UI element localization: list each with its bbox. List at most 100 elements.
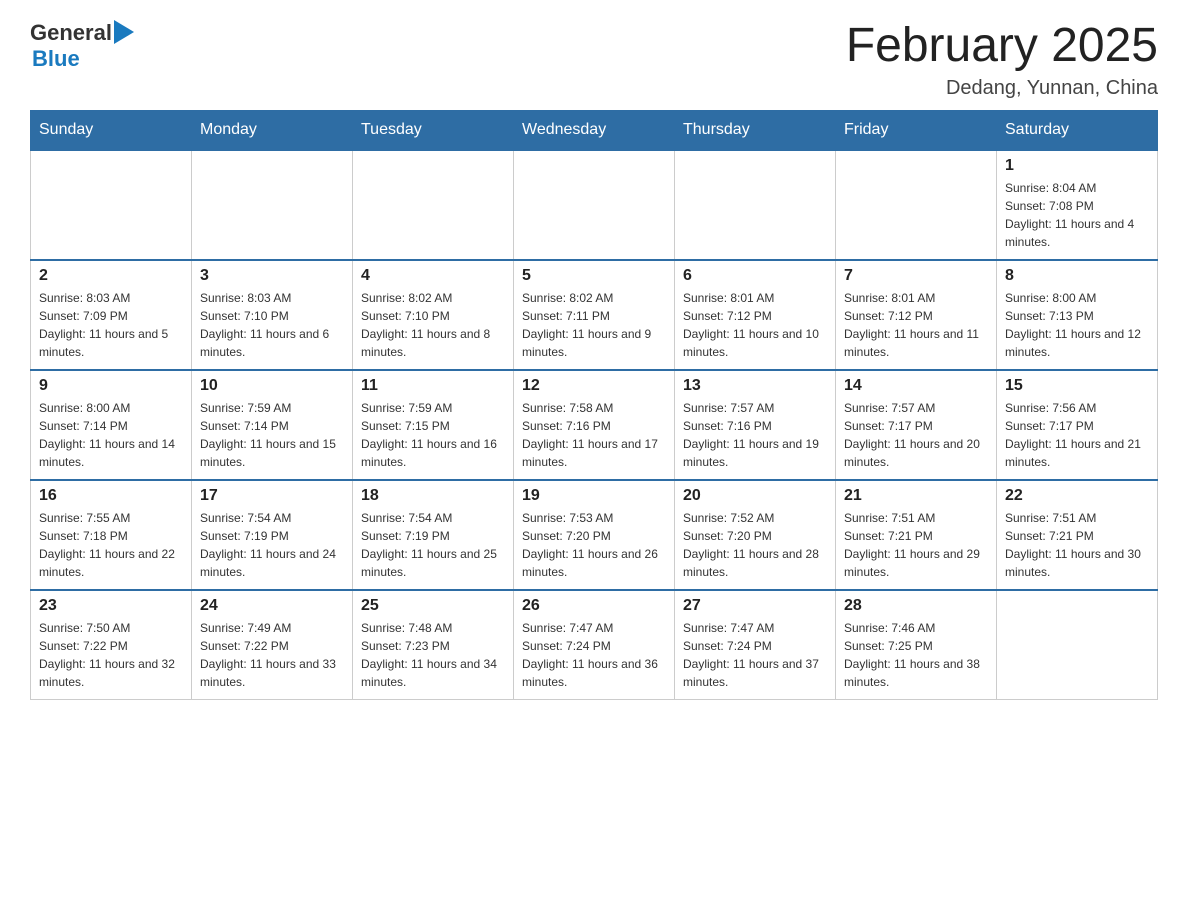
day-info: Sunrise: 7:49 AMSunset: 7:22 PMDaylight:…: [200, 619, 344, 691]
day-info: Sunrise: 7:54 AMSunset: 7:19 PMDaylight:…: [200, 509, 344, 581]
day-number: 7: [844, 267, 988, 285]
day-number: 21: [844, 487, 988, 505]
calendar-week-row: 2 Sunrise: 8:03 AMSunset: 7:09 PMDaylight…: [31, 260, 1158, 370]
day-number: 5: [522, 267, 666, 285]
calendar-cell: 1 Sunrise: 8:04 AMSunset: 7:08 PMDaylight…: [997, 150, 1158, 260]
calendar-cell: 9 Sunrise: 8:00 AMSunset: 7:14 PMDaylight…: [31, 370, 192, 480]
weekday-header-saturday: Saturday: [997, 110, 1158, 150]
day-number: 3: [200, 267, 344, 285]
weekday-header-thursday: Thursday: [675, 110, 836, 150]
weekday-header-wednesday: Wednesday: [514, 110, 675, 150]
calendar-cell: 26Sunrise: 7:47 AMSunset: 7:24 PMDayligh…: [514, 590, 675, 700]
day-info: Sunrise: 7:51 AMSunset: 7:21 PMDaylight:…: [844, 509, 988, 581]
day-number: 9: [39, 377, 183, 395]
calendar-table: SundayMondayTuesdayWednesdayThursdayFrid…: [30, 110, 1158, 701]
calendar-cell: 17 Sunrise: 7:54 AMSunset: 7:19 PMDayligh…: [192, 480, 353, 590]
day-info: Sunrise: 7:50 AMSunset: 7:22 PMDaylight:…: [39, 619, 183, 691]
calendar-cell: 19Sunrise: 7:53 AMSunset: 7:20 PMDayligh…: [514, 480, 675, 590]
calendar-cell: [192, 150, 353, 260]
logo-general-text: General: [30, 20, 112, 46]
day-number: 12: [522, 377, 666, 395]
day-info: Sunrise: 7:54 AMSunset: 7:19 PMDaylight:…: [361, 509, 505, 581]
day-number: 13: [683, 377, 827, 395]
calendar-week-row: 1 Sunrise: 8:04 AMSunset: 7:08 PMDaylight…: [31, 150, 1158, 260]
calendar-cell: 2 Sunrise: 8:03 AMSunset: 7:09 PMDaylight…: [31, 260, 192, 370]
logo-blue-text: Blue: [32, 46, 80, 71]
day-info: Sunrise: 7:52 AMSunset: 7:20 PMDaylight:…: [683, 509, 827, 581]
calendar-cell: 21 Sunrise: 7:51 AMSunset: 7:21 PMDayligh…: [836, 480, 997, 590]
calendar-cell: 15 Sunrise: 7:56 AMSunset: 7:17 PMDayligh…: [997, 370, 1158, 480]
day-number: 16: [39, 487, 183, 505]
title-section: February 2025 Dedang, Yunnan, China: [846, 20, 1158, 100]
calendar-subtitle: Dedang, Yunnan, China: [846, 77, 1158, 100]
day-info: Sunrise: 8:01 AMSunset: 7:12 PMDaylight:…: [844, 289, 988, 361]
day-number: 15: [1005, 377, 1149, 395]
calendar-cell: 28 Sunrise: 7:46 AMSunset: 7:25 PMDayligh…: [836, 590, 997, 700]
day-info: Sunrise: 7:58 AMSunset: 7:16 PMDaylight:…: [522, 399, 666, 471]
weekday-header-tuesday: Tuesday: [353, 110, 514, 150]
day-number: 24: [200, 597, 344, 615]
day-number: 18: [361, 487, 505, 505]
day-number: 2: [39, 267, 183, 285]
day-number: 1: [1005, 157, 1149, 175]
calendar-cell: 8 Sunrise: 8:00 AMSunset: 7:13 PMDaylight…: [997, 260, 1158, 370]
logo-arrow-icon: [114, 20, 134, 44]
day-info: Sunrise: 7:56 AMSunset: 7:17 PMDaylight:…: [1005, 399, 1149, 471]
calendar-cell: 20Sunrise: 7:52 AMSunset: 7:20 PMDayligh…: [675, 480, 836, 590]
calendar-cell: [514, 150, 675, 260]
day-info: Sunrise: 7:47 AMSunset: 7:24 PMDaylight:…: [522, 619, 666, 691]
day-number: 8: [1005, 267, 1149, 285]
day-number: 25: [361, 597, 505, 615]
weekday-header-monday: Monday: [192, 110, 353, 150]
calendar-cell: [31, 150, 192, 260]
day-info: Sunrise: 8:04 AMSunset: 7:08 PMDaylight:…: [1005, 179, 1149, 251]
day-info: Sunrise: 8:02 AMSunset: 7:10 PMDaylight:…: [361, 289, 505, 361]
day-number: 10: [200, 377, 344, 395]
day-info: Sunrise: 8:00 AMSunset: 7:13 PMDaylight:…: [1005, 289, 1149, 361]
calendar-cell: [353, 150, 514, 260]
weekday-header-sunday: Sunday: [31, 110, 192, 150]
day-number: 6: [683, 267, 827, 285]
calendar-cell: 22 Sunrise: 7:51 AMSunset: 7:21 PMDayligh…: [997, 480, 1158, 590]
day-info: Sunrise: 7:57 AMSunset: 7:16 PMDaylight:…: [683, 399, 827, 471]
day-info: Sunrise: 7:59 AMSunset: 7:14 PMDaylight:…: [200, 399, 344, 471]
calendar-cell: 3 Sunrise: 8:03 AMSunset: 7:10 PMDaylight…: [192, 260, 353, 370]
calendar-cell: 4 Sunrise: 8:02 AMSunset: 7:10 PMDaylight…: [353, 260, 514, 370]
day-info: Sunrise: 7:51 AMSunset: 7:21 PMDaylight:…: [1005, 509, 1149, 581]
day-info: Sunrise: 7:57 AMSunset: 7:17 PMDaylight:…: [844, 399, 988, 471]
day-number: 17: [200, 487, 344, 505]
day-info: Sunrise: 7:55 AMSunset: 7:18 PMDaylight:…: [39, 509, 183, 581]
calendar-cell: [675, 150, 836, 260]
day-number: 4: [361, 267, 505, 285]
day-info: Sunrise: 8:03 AMSunset: 7:09 PMDaylight:…: [39, 289, 183, 361]
weekday-header-friday: Friday: [836, 110, 997, 150]
calendar-cell: [836, 150, 997, 260]
calendar-cell: 23 Sunrise: 7:50 AMSunset: 7:22 PMDayligh…: [31, 590, 192, 700]
day-number: 22: [1005, 487, 1149, 505]
calendar-cell: 18 Sunrise: 7:54 AMSunset: 7:19 PMDayligh…: [353, 480, 514, 590]
calendar-cell: 16 Sunrise: 7:55 AMSunset: 7:18 PMDayligh…: [31, 480, 192, 590]
calendar-cell: 14 Sunrise: 7:57 AMSunset: 7:17 PMDayligh…: [836, 370, 997, 480]
day-number: 23: [39, 597, 183, 615]
calendar-title: February 2025: [846, 20, 1158, 73]
calendar-cell: 12 Sunrise: 7:58 AMSunset: 7:16 PMDayligh…: [514, 370, 675, 480]
calendar-cell: 25Sunrise: 7:48 AMSunset: 7:23 PMDayligh…: [353, 590, 514, 700]
day-info: Sunrise: 8:01 AMSunset: 7:12 PMDaylight:…: [683, 289, 827, 361]
calendar-cell: 7 Sunrise: 8:01 AMSunset: 7:12 PMDaylight…: [836, 260, 997, 370]
calendar-cell: 5 Sunrise: 8:02 AMSunset: 7:11 PMDaylight…: [514, 260, 675, 370]
day-info: Sunrise: 7:53 AMSunset: 7:20 PMDaylight:…: [522, 509, 666, 581]
logo: General Blue: [30, 20, 134, 72]
calendar-cell: 24 Sunrise: 7:49 AMSunset: 7:22 PMDayligh…: [192, 590, 353, 700]
day-info: Sunrise: 8:00 AMSunset: 7:14 PMDaylight:…: [39, 399, 183, 471]
day-info: Sunrise: 7:47 AMSunset: 7:24 PMDaylight:…: [683, 619, 827, 691]
day-number: 14: [844, 377, 988, 395]
day-info: Sunrise: 8:03 AMSunset: 7:10 PMDaylight:…: [200, 289, 344, 361]
calendar-cell: 10 Sunrise: 7:59 AMSunset: 7:14 PMDayligh…: [192, 370, 353, 480]
calendar-week-row: 23 Sunrise: 7:50 AMSunset: 7:22 PMDayligh…: [31, 590, 1158, 700]
page-header: General Blue February 2025 Dedang, Yunna…: [30, 20, 1158, 100]
calendar-cell: 11Sunrise: 7:59 AMSunset: 7:15 PMDayligh…: [353, 370, 514, 480]
day-info: Sunrise: 7:46 AMSunset: 7:25 PMDaylight:…: [844, 619, 988, 691]
calendar-cell: 13 Sunrise: 7:57 AMSunset: 7:16 PMDayligh…: [675, 370, 836, 480]
day-info: Sunrise: 8:02 AMSunset: 7:11 PMDaylight:…: [522, 289, 666, 361]
day-number: 28: [844, 597, 988, 615]
